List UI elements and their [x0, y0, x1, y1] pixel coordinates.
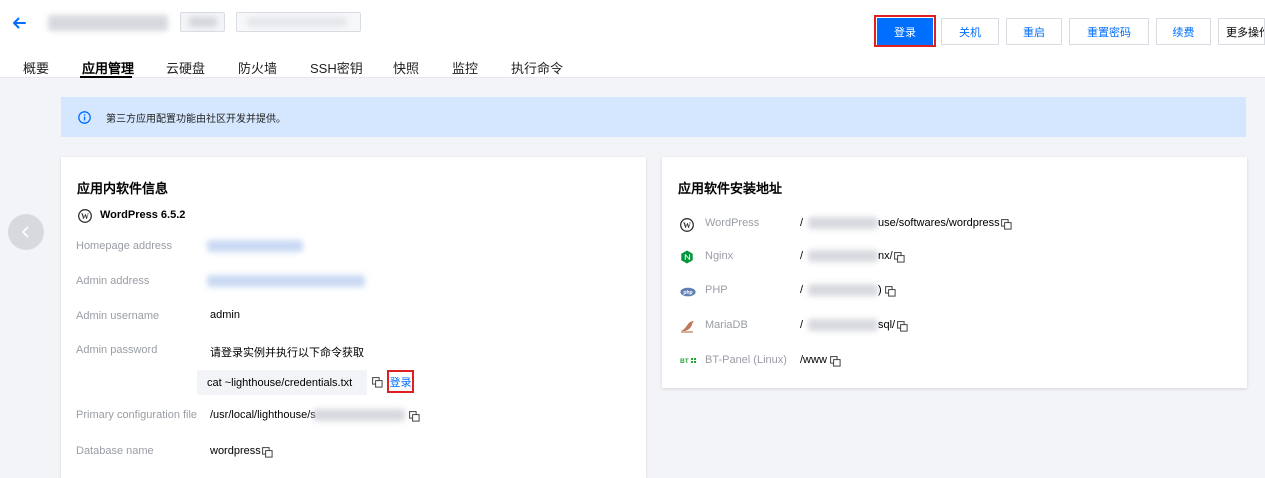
config-file-label: Primary configuration file	[76, 409, 198, 421]
database-name-value: wordpress	[210, 445, 261, 457]
php-path-redacted	[808, 284, 878, 296]
homepage-address-label: Homepage address	[76, 240, 173, 252]
bt-panel-path: /www	[800, 354, 827, 366]
admin-address-link-redacted[interactable]	[207, 275, 365, 287]
app-name: WordPress 6.5.2	[100, 209, 186, 221]
info-icon	[78, 111, 91, 124]
copy-command-icon[interactable]	[372, 377, 383, 388]
software-info-card: 应用内软件信息 W WordPress 6.5.2 Homepage addre…	[61, 157, 646, 478]
bt-panel-label: BT-Panel (Linux)	[705, 354, 787, 366]
credentials-command: cat ~lighthouse/credentials.txt	[207, 376, 353, 389]
tab-monitoring[interactable]: 监控	[452, 58, 478, 77]
tab-ssh-keys[interactable]: SSH密钥	[310, 58, 363, 77]
copy-nginx-path-icon[interactable]	[894, 252, 905, 263]
wordpress-icon: W	[78, 209, 92, 223]
admin-username-value: admin	[210, 309, 240, 321]
svg-text:BT: BT	[680, 358, 689, 364]
php-icon: php	[680, 287, 696, 297]
shutdown-button[interactable]: 关机	[941, 18, 999, 45]
wordpress-icon: W	[680, 218, 694, 232]
tab-snapshots[interactable]: 快照	[393, 58, 419, 77]
copy-mariadb-path-icon[interactable]	[897, 321, 908, 332]
notice-text: 第三方应用配置功能由社区开发并提供。	[106, 114, 286, 125]
credentials-command-box: cat ~lighthouse/credentials.txt	[197, 370, 367, 395]
more-actions-button[interactable]: 更多操作	[1218, 18, 1265, 45]
reset-password-button[interactable]: 重置密码	[1069, 18, 1149, 45]
instance-region-badge	[236, 12, 361, 32]
mariadb-path-prefix: /	[800, 319, 804, 331]
info-notice: 第三方应用配置功能由社区开发并提供。	[61, 97, 1246, 137]
svg-text:php: php	[683, 290, 692, 296]
wordpress-path-suffix: use/softwares/wordpress	[878, 217, 1000, 229]
nginx-icon	[681, 250, 693, 264]
restart-button[interactable]: 重启	[1006, 18, 1062, 45]
copy-config-path-icon[interactable]	[409, 411, 420, 422]
copy-database-name-icon[interactable]	[262, 447, 273, 458]
instance-name-redacted	[48, 15, 168, 31]
command-login-link[interactable]: 登录	[387, 370, 414, 393]
top-bar: 登录 关机 重启 重置密码 续费 更多操作 概要 应用管理 云硬盘 防火墙 SS…	[0, 0, 1265, 78]
wordpress-path-prefix: /	[800, 217, 804, 229]
nginx-path-suffix: nx/	[878, 250, 893, 262]
copy-wordpress-path-icon[interactable]	[1001, 219, 1012, 230]
svg-text:W: W	[683, 221, 691, 230]
renew-button[interactable]: 续费	[1156, 18, 1211, 45]
install-paths-card: 应用软件安装地址 W WordPress / use/softwares/wor…	[662, 157, 1247, 388]
nginx-label: Nginx	[705, 250, 734, 262]
back-arrow-icon[interactable]	[10, 14, 28, 32]
active-tab-indicator	[80, 76, 132, 78]
tab-cloud-disk[interactable]: 云硬盘	[166, 58, 205, 77]
copy-php-path-icon[interactable]	[885, 286, 896, 297]
bt-panel-icon: BT	[680, 358, 696, 364]
software-info-title: 应用内软件信息	[77, 181, 169, 196]
tab-run-command[interactable]: 执行命令	[511, 58, 563, 77]
admin-password-hint: 请登录实例并执行以下命令获取	[210, 347, 364, 359]
svg-text:W: W	[81, 212, 89, 221]
admin-username-label: Admin username	[76, 310, 160, 322]
nginx-path-redacted	[808, 250, 878, 262]
mariadb-icon	[681, 321, 694, 333]
chevron-left-icon	[21, 226, 29, 238]
tab-bar: 概要 应用管理 云硬盘 防火墙 SSH密钥 快照 监控 执行命令	[0, 58, 1265, 78]
previous-arrow-button[interactable]	[8, 214, 44, 250]
copy-bt-panel-path-icon[interactable]	[830, 356, 841, 367]
tab-overview[interactable]: 概要	[23, 58, 49, 77]
php-label: PHP	[705, 284, 728, 296]
database-name-label: Database name	[76, 445, 154, 457]
wordpress-path-redacted	[808, 217, 878, 229]
php-path-prefix: /	[800, 284, 804, 296]
mariadb-label: MariaDB	[705, 319, 748, 331]
login-button[interactable]: 登录	[877, 18, 933, 45]
config-file-path-redacted	[313, 409, 405, 421]
php-path-suffix: )	[878, 284, 882, 296]
mariadb-path-suffix: sql/	[878, 319, 896, 331]
admin-address-label: Admin address	[76, 275, 150, 287]
homepage-address-link-redacted[interactable]	[207, 240, 303, 252]
nginx-path-prefix: /	[800, 250, 804, 262]
tab-app-management[interactable]: 应用管理	[82, 58, 134, 77]
admin-password-label: Admin password	[76, 344, 158, 356]
install-paths-title: 应用软件安装地址	[678, 181, 783, 196]
wordpress-label: WordPress	[705, 217, 760, 229]
config-file-value: /usr/local/lighthouse/s	[210, 409, 316, 421]
tab-firewall[interactable]: 防火墙	[238, 58, 277, 77]
instance-status-badge	[180, 12, 225, 32]
mariadb-path-redacted	[808, 319, 878, 331]
